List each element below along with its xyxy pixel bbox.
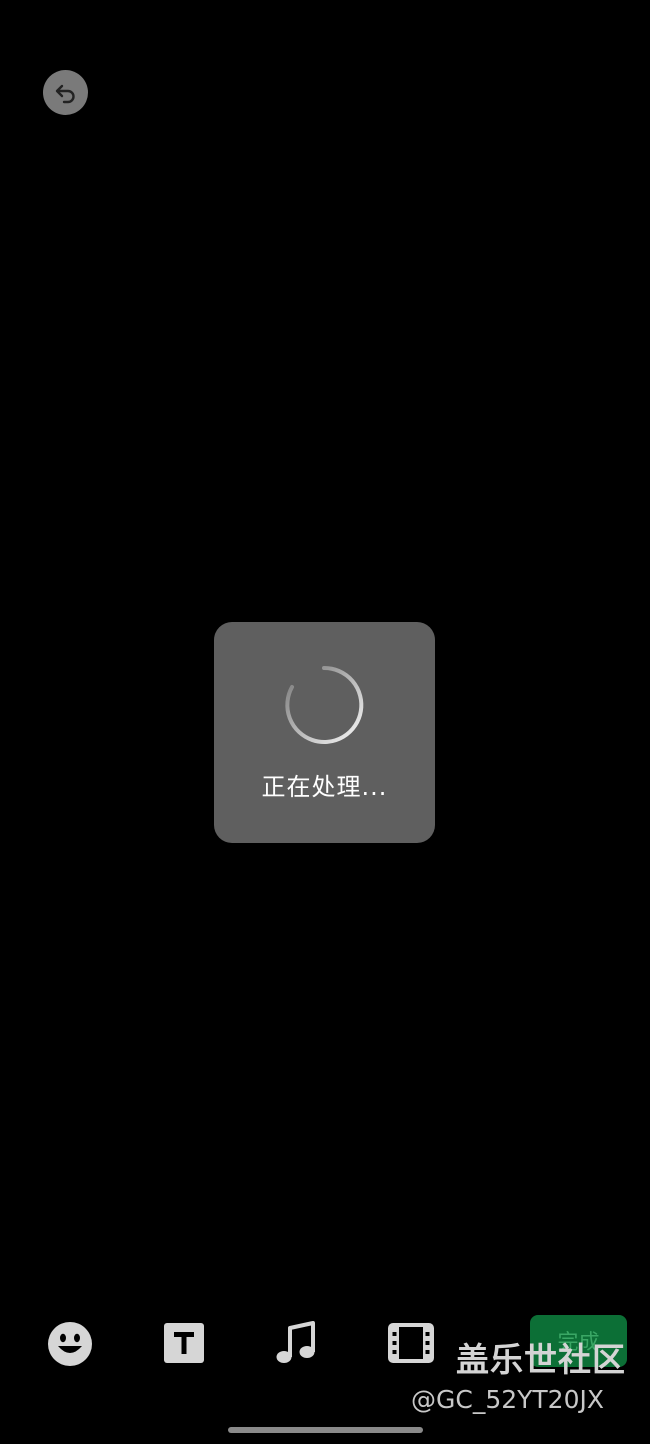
home-indicator[interactable] xyxy=(228,1427,423,1433)
clip-button[interactable] xyxy=(387,1321,435,1365)
back-button[interactable] xyxy=(43,70,88,115)
loading-spinner-icon xyxy=(285,665,364,744)
film-icon xyxy=(388,1323,434,1363)
watermark-handle: @GC_52YT20JX xyxy=(411,1385,604,1414)
loading-dialog: 正在处理... xyxy=(214,622,435,843)
music-button[interactable] xyxy=(273,1318,319,1368)
text-button[interactable] xyxy=(162,1321,206,1365)
watermark-title: 盖乐世社区 xyxy=(456,1340,626,1379)
music-icon xyxy=(276,1321,315,1363)
emoji-button[interactable] xyxy=(46,1320,94,1368)
loading-text: 正在处理... xyxy=(261,773,388,801)
undo-icon xyxy=(55,84,75,103)
text-icon xyxy=(164,1323,204,1363)
emoji-icon xyxy=(48,1322,92,1366)
